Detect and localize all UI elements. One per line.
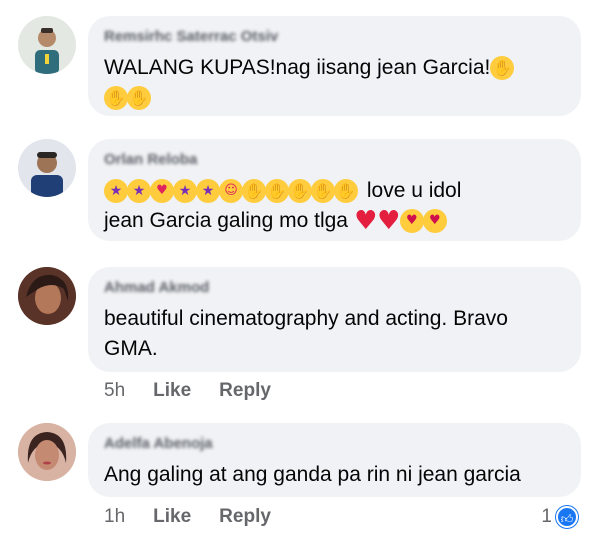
- comment-text-line: WALANG KUPAS!nag iisang jean Garcia!: [104, 56, 491, 79]
- comment-emoji-line: ✋ ✋: [104, 83, 563, 113]
- comment-text-line: GMA.: [104, 337, 158, 360]
- clapping-hands-icon: ✋: [334, 179, 358, 204]
- thumbs-up-icon: 👍︎: [556, 506, 578, 528]
- comment-text: jean Garcia galing mo tlga ♥♥ ♥ ♥: [104, 206, 563, 236]
- face-blowing-kiss-icon: ♥: [422, 209, 447, 234]
- comment-author[interactable]: Ahmad Akmod: [104, 279, 209, 296]
- comment-text-line: Ang galing at ang ganda pa rin ni jean g…: [104, 463, 521, 486]
- heart-eyes-icon: ♥: [150, 179, 174, 204]
- red-heart-icon: ♥: [354, 206, 378, 237]
- red-heart-icon: ♥: [377, 206, 401, 237]
- clapping-hands-icon: ✋: [104, 86, 128, 111]
- comment-bubble: Ahmad Akmod beautiful cinematography and…: [88, 267, 581, 372]
- clapping-hands-icon: ✋: [311, 179, 335, 204]
- clapping-hands-icon: ✋: [265, 179, 289, 204]
- avatar[interactable]: [18, 423, 76, 481]
- comment-actions: 1h Like Reply: [104, 506, 271, 528]
- comment-author[interactable]: Adelfa Abenoja: [104, 435, 213, 452]
- star-struck-icon: ★: [104, 179, 128, 204]
- avatar[interactable]: [18, 267, 76, 325]
- star-struck-icon: ★: [196, 179, 220, 204]
- star-struck-icon: ★: [173, 179, 197, 204]
- comment-text: WALANG KUPAS!nag iisang jean Garcia! ✋: [104, 53, 563, 83]
- comment-author[interactable]: Remsirhc Saterrac Otsiv: [104, 28, 278, 45]
- reply-button[interactable]: Reply: [219, 380, 271, 402]
- clapping-hands-icon: ✋: [242, 179, 266, 204]
- comment-actions: 5h Like Reply: [104, 380, 271, 402]
- avatar[interactable]: [18, 139, 76, 197]
- comment-text: ★ ★ ♥ ★ ★ ☺ ✋ ✋ ✋ ✋ ✋ love u idol: [104, 176, 563, 206]
- comment-text-line: jean Garcia galing mo tlga: [104, 209, 348, 232]
- avatar[interactable]: [18, 16, 76, 74]
- reply-button[interactable]: Reply: [219, 506, 271, 528]
- clapping-hands-icon: ✋: [288, 179, 312, 204]
- clapping-hands-icon: ✋: [127, 86, 151, 111]
- comment-text-line: love u idol: [366, 179, 462, 202]
- star-struck-icon: ★: [127, 179, 151, 204]
- reaction-summary[interactable]: 1 👍︎: [541, 506, 578, 528]
- comment-text-line: beautiful cinematography and acting. Bra…: [104, 307, 508, 330]
- comment-timestamp[interactable]: 5h: [104, 380, 125, 402]
- comment-bubble: Remsirhc Saterrac Otsiv WALANG KUPAS!nag…: [88, 16, 581, 116]
- comment-bubble: Orlan Reloba ★ ★ ♥ ★ ★ ☺ ✋ ✋ ✋ ✋ ✋ love u idol jea…: [88, 139, 581, 241]
- reaction-count: 1: [541, 506, 552, 527]
- clapping-hands-icon: ✋: [490, 56, 515, 81]
- like-button[interactable]: Like: [153, 380, 191, 402]
- comment-timestamp[interactable]: 1h: [104, 506, 125, 528]
- smiling-face-with-hearts-icon: ☺: [219, 179, 243, 204]
- comment-author[interactable]: Orlan Reloba: [104, 151, 197, 168]
- like-button[interactable]: Like: [153, 506, 191, 528]
- face-blowing-kiss-icon: ♥: [399, 209, 424, 234]
- comment-bubble: Adelfa Abenoja Ang galing at ang ganda p…: [88, 423, 581, 497]
